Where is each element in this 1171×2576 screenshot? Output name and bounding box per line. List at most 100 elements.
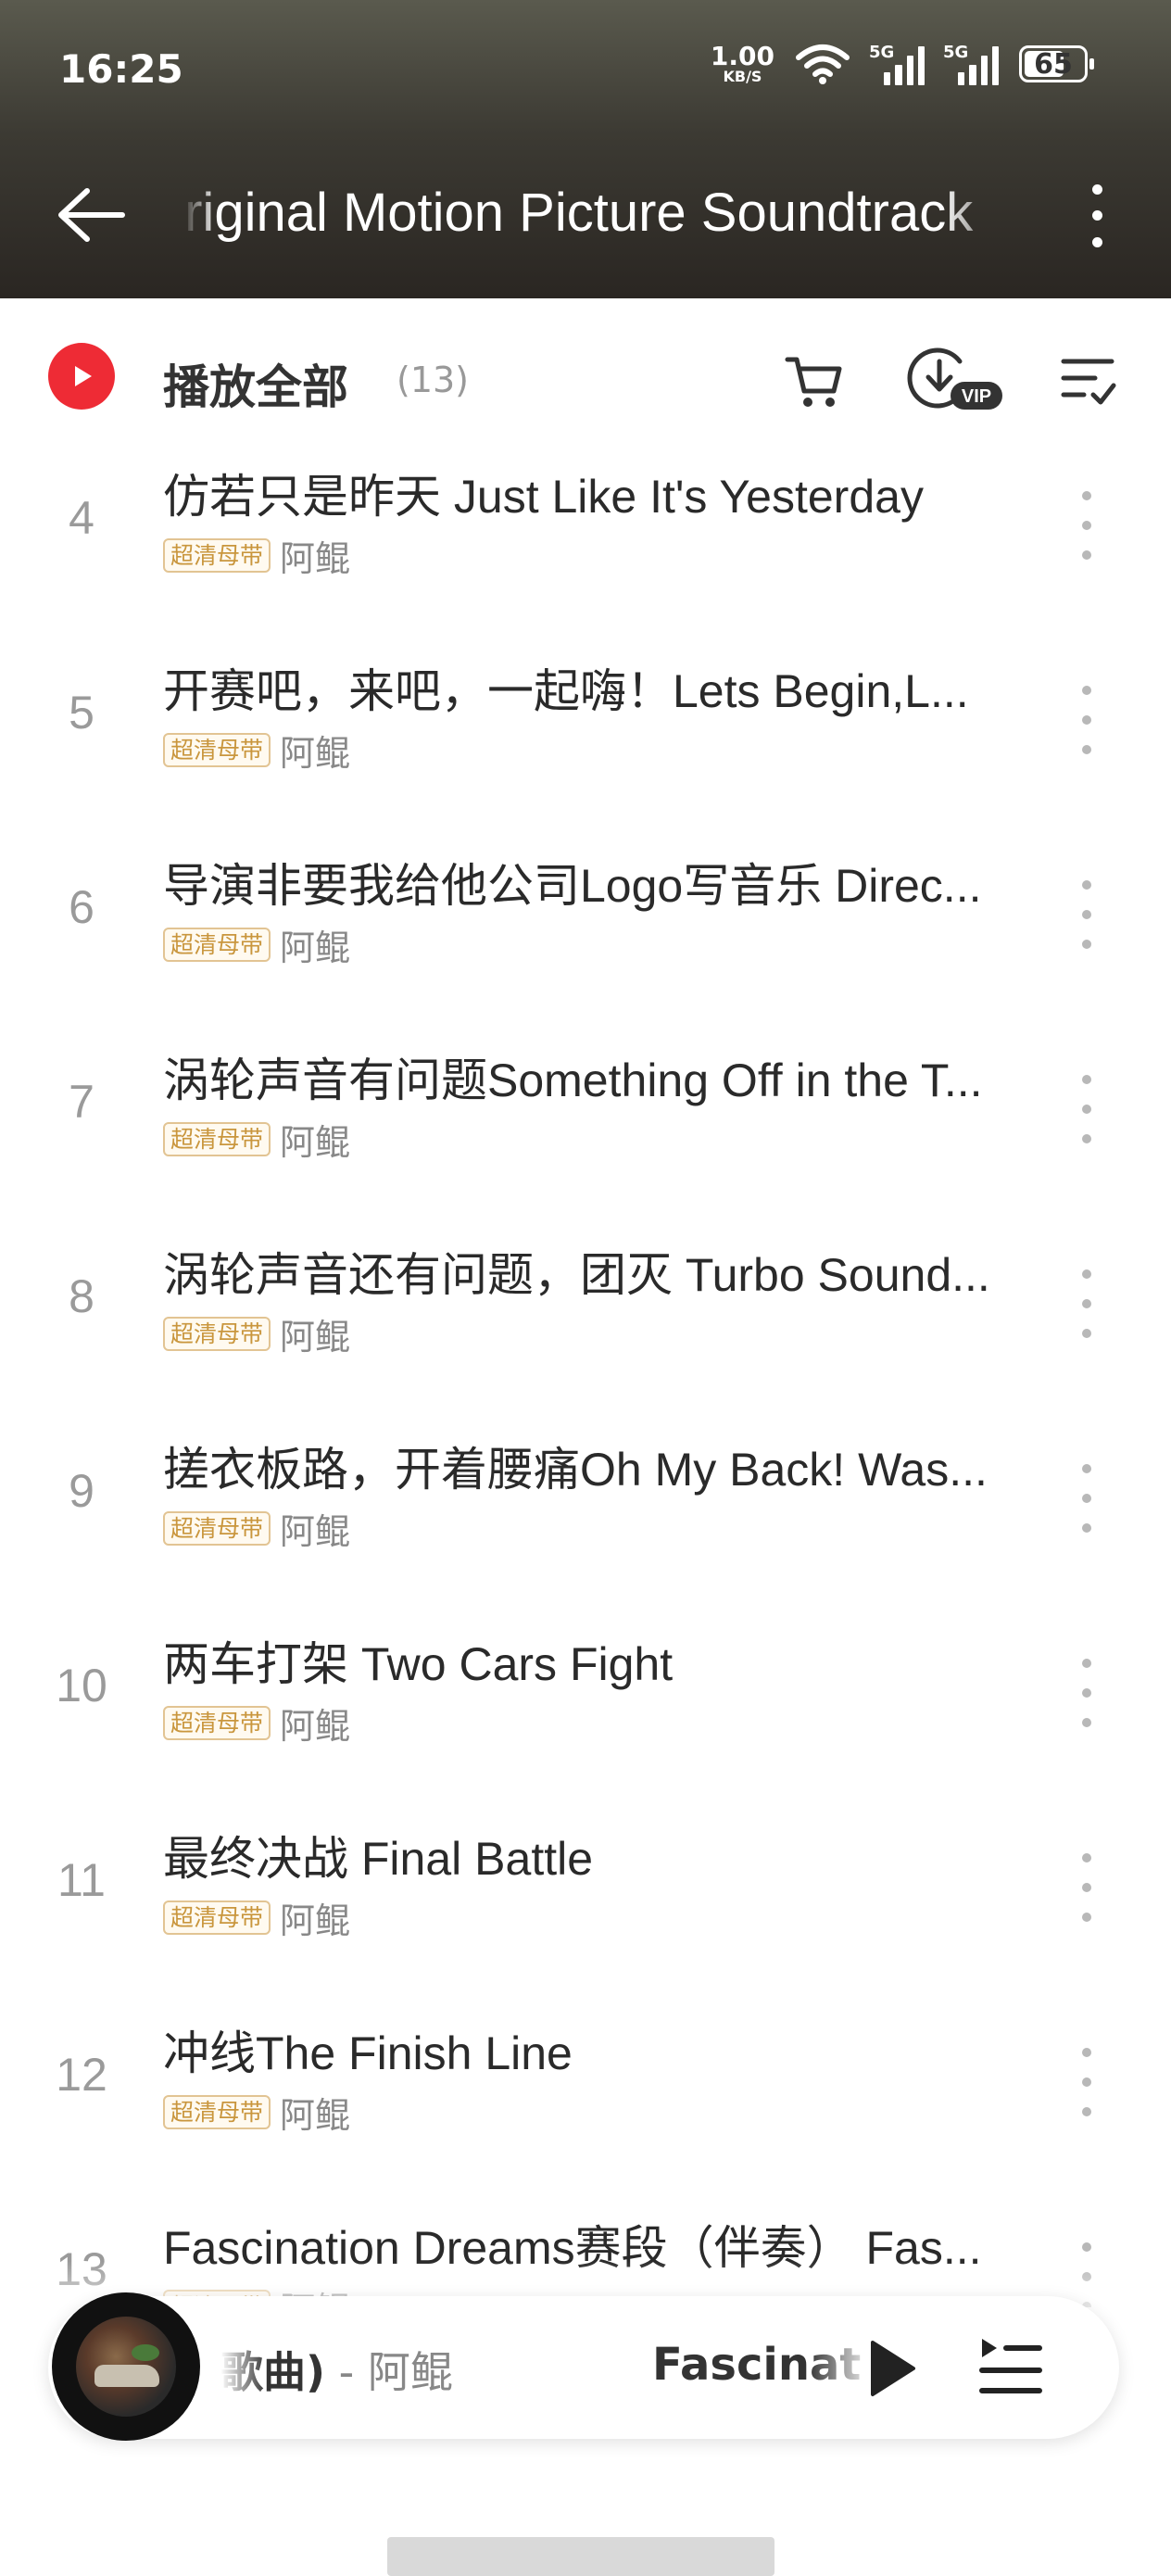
track-number: 10: [56, 1660, 107, 1711]
more-vertical-icon: [1082, 686, 1091, 695]
track-list: 4 仿若只是昨天 Just Like It's Yesterday 超清母带 阿鲲 5 开…: [0, 454, 1171, 2307]
vip-badge: VIP: [962, 386, 991, 407]
track-number: 11: [57, 1854, 106, 1906]
more-vertical-icon: [1082, 2242, 1091, 2252]
play-icon: [871, 2341, 915, 2396]
download-vip-icon: VIP: [907, 347, 1002, 410]
play-icon: [75, 366, 92, 386]
track-more-button[interactable]: [1073, 880, 1101, 949]
track-subtitle: 超清母带阿鲲: [163, 2087, 350, 2138]
track-title: 开赛吧，来吧，一起嗨！Lets Begin,L...: [163, 665, 969, 717]
track-more-button[interactable]: [1073, 1075, 1101, 1143]
now-playing-text[interactable]: 歌曲) - 阿鲲: [220, 2339, 554, 2394]
track-artist[interactable]: 阿鲲: [280, 1308, 350, 1359]
track-more-button[interactable]: [1073, 491, 1101, 560]
more-vertical-icon: [1091, 183, 1102, 195]
status-bar: 16:25 1.00 KB/S 5G 5G 65: [0, 0, 1171, 139]
track-artist[interactable]: 阿鲲: [280, 1698, 350, 1749]
more-vertical-icon: [1082, 880, 1091, 890]
more-vertical-icon: [1082, 2048, 1091, 2057]
track-artist[interactable]: 阿鲲: [280, 725, 350, 776]
quality-badge: 超清母带: [163, 1900, 271, 1935]
track-count: (13): [397, 360, 470, 400]
track-subtitle: 超清母带阿鲲: [163, 725, 350, 776]
page-title-text: Original Motion Picture Soundtrack: [182, 183, 974, 243]
track-title: 导演非要我给他公司Logo写音乐 Direc...: [163, 860, 982, 912]
quality-badge: 超清母带: [163, 733, 271, 767]
track-number: 7: [69, 1076, 94, 1128]
playlist-button[interactable]: [973, 2333, 1047, 2404]
quality-badge: 超清母带: [163, 1511, 271, 1546]
now-playing-artist: 阿鲲: [367, 2347, 453, 2394]
quality-badge: 超清母带: [163, 538, 271, 573]
track-row[interactable]: 5 开赛吧，来吧，一起嗨！Lets Begin,L... 超清母带 阿鲲: [0, 649, 1171, 843]
track-number: 8: [69, 1270, 94, 1322]
track-row[interactable]: 6 导演非要我给他公司Logo写音乐 Direc... 超清母带 阿鲲: [0, 843, 1171, 1038]
quality-badge: 超清母带: [163, 1706, 271, 1740]
mini-play-button[interactable]: [852, 2331, 926, 2406]
track-more-button[interactable]: [1073, 1659, 1101, 1727]
track-row[interactable]: 4 仿若只是昨天 Just Like It's Yesterday 超清母带 阿鲲: [0, 454, 1171, 649]
now-playing-song: 歌曲): [220, 2347, 326, 2394]
track-number: 12: [56, 2049, 107, 2101]
sim1-label: 5G: [869, 43, 895, 62]
quality-badge: 超清母带: [163, 1317, 271, 1351]
battery-icon: 65: [1019, 45, 1094, 82]
more-vertical-icon: [1082, 1659, 1091, 1668]
home-indicator[interactable]: [387, 2537, 774, 2576]
track-title: 涡轮声音有问题Something Off in the T...: [163, 1054, 983, 1106]
track-row[interactable]: 11 最终决战 Final Battle 超清母带 阿鲲: [0, 1816, 1171, 2011]
track-number: 9: [69, 1465, 94, 1517]
more-vertical-icon: [1082, 491, 1091, 500]
battery-level: 65: [1034, 47, 1073, 81]
track-artist[interactable]: 阿鲲: [280, 530, 350, 581]
track-artist[interactable]: 阿鲲: [280, 1114, 350, 1165]
track-artist[interactable]: 阿鲲: [280, 1892, 350, 1943]
track-subtitle: 超清母带阿鲲: [163, 1114, 350, 1165]
status-icons: 1.00 KB/S 5G 5G 65: [711, 43, 1094, 85]
quality-badge: 超清母带: [163, 2095, 271, 2129]
track-title: 涡轮声音还有问题，团灭 Turbo Sound...: [163, 1249, 990, 1301]
back-button[interactable]: [54, 178, 128, 252]
signal-icon-sim1: 5G: [869, 43, 925, 85]
track-title: 两车打架 Two Cars Fight: [163, 1638, 674, 1690]
playlist-icon: [979, 2339, 1042, 2393]
track-more-button[interactable]: [1073, 1853, 1101, 1922]
track-subtitle: 超清母带阿鲲: [163, 1892, 350, 1943]
quality-badge: 超清母带: [163, 928, 271, 962]
next-song-text[interactable]: Fascinat: [652, 2339, 875, 2394]
play-all-label[interactable]: 播放全部: [163, 350, 348, 417]
track-more-button[interactable]: [1073, 2048, 1101, 2116]
track-more-button[interactable]: [1073, 686, 1101, 754]
sim2-label: 5G: [943, 43, 969, 62]
track-artist[interactable]: 阿鲲: [280, 2087, 350, 2138]
page-title: Original Motion Picture Soundtrack: [182, 182, 1015, 246]
track-subtitle: 超清母带阿鲲: [163, 919, 350, 970]
track-title: 仿若只是昨天 Just Like It's Yesterday: [163, 471, 924, 523]
more-options-button[interactable]: [1078, 176, 1115, 256]
sort-button[interactable]: [1058, 350, 1117, 410]
album-disc[interactable]: [52, 2292, 200, 2441]
arrow-left-icon: [58, 188, 125, 242]
track-number: 4: [69, 492, 94, 544]
mini-player[interactable]: 歌曲) - 阿鲲 Fascinat: [48, 2292, 1119, 2441]
track-row[interactable]: 8 涡轮声音还有问题，团灭 Turbo Sound... 超清母带 阿鲲: [0, 1232, 1171, 1427]
track-artist[interactable]: 阿鲲: [280, 919, 350, 970]
track-row[interactable]: 9 搓衣板路，开着腰痛Oh My Back! Was... 超清母带 阿鲲: [0, 1427, 1171, 1622]
play-all-button[interactable]: [48, 343, 115, 410]
more-vertical-icon: [1082, 1075, 1091, 1084]
download-vip-button[interactable]: VIP: [906, 343, 1004, 417]
track-row[interactable]: 10 两车打架 Two Cars Fight 超清母带 阿鲲: [0, 1622, 1171, 1816]
track-number: 5: [69, 687, 94, 739]
track-row[interactable]: 12 冲线The Finish Line 超清母带 阿鲲: [0, 2011, 1171, 2205]
track-more-button[interactable]: [1073, 1464, 1101, 1533]
track-more-button[interactable]: [1073, 1269, 1101, 1338]
net-speed-unit: KB/S: [723, 68, 762, 85]
track-artist[interactable]: 阿鲲: [280, 1503, 350, 1554]
status-time: 16:25: [59, 46, 183, 92]
track-row[interactable]: 7 涡轮声音有问题Something Off in the T... 超清母带 阿鲲: [0, 1038, 1171, 1232]
sort-list-icon: [1061, 359, 1116, 405]
now-playing-separator: -: [325, 2347, 368, 2394]
cart-button[interactable]: [782, 348, 847, 413]
track-title: 最终决战 Final Battle: [163, 1833, 594, 1885]
